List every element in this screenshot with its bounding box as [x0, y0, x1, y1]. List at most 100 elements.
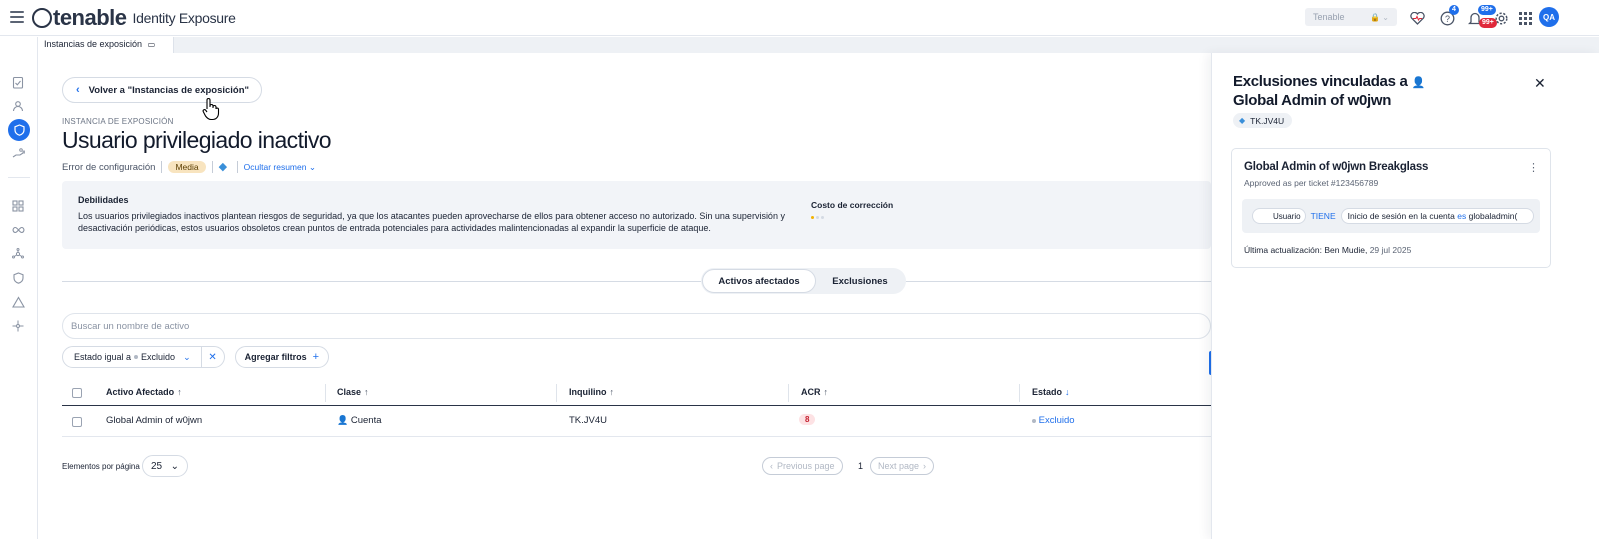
- acr-badge: 8: [799, 414, 816, 425]
- menu-icon[interactable]: [10, 11, 24, 23]
- tenant-chip-label: TK.JV4U: [1250, 115, 1285, 126]
- exclusions-panel: Exclusiones vinculadas a 👤 Global Admin …: [1211, 53, 1599, 539]
- clear-filter-icon[interactable]: ✕: [202, 352, 224, 363]
- cost-dot: [816, 216, 819, 219]
- panel-title: Exclusiones vinculadas a 👤 Global Admin …: [1233, 73, 1425, 109]
- segment-divider: [62, 281, 1211, 282]
- more-options-icon[interactable]: ⋮: [1528, 161, 1539, 174]
- divider: [211, 161, 213, 173]
- chevron-down-icon: ⌄: [183, 351, 191, 362]
- logo-mark: [32, 8, 52, 28]
- divider: [236, 161, 238, 173]
- azure-diamond-icon: ◆: [218, 161, 228, 173]
- rule-subject-chip: Usuario: [1252, 208, 1306, 224]
- row-checkbox[interactable]: [72, 417, 82, 427]
- table-row[interactable]: Global Admin of w0jwn 👤 Cuenta TK.JV4U 8…: [62, 406, 1211, 437]
- per-page-select[interactable]: 25 ⌄: [142, 455, 188, 477]
- cost-dot: [821, 216, 824, 219]
- filter-bar: Estado igual a Excluido ⌄ ✕ Agregar filt…: [62, 346, 330, 368]
- avatar[interactable]: QA: [1539, 7, 1559, 27]
- tab-affected-assets[interactable]: Activos afectados: [702, 269, 816, 293]
- previous-page-button[interactable]: ‹ Previous page: [762, 457, 843, 475]
- apps-grid-icon[interactable]: [1516, 9, 1534, 27]
- tenant-select[interactable]: Tenable 🔒 ⌄: [1305, 8, 1397, 26]
- window-icon: ▭: [147, 40, 156, 49]
- severity-badge: Media: [168, 161, 206, 173]
- shield-check-icon[interactable]: [10, 270, 26, 286]
- search-input[interactable]: Buscar un nombre de activo: [62, 313, 1211, 339]
- hand-pointer-cursor-icon: [202, 97, 220, 127]
- lock-chevron-icon: 🔒 ⌄: [1370, 12, 1389, 22]
- toggle-summary-link[interactable]: Ocultar resumen ⌄: [244, 162, 316, 173]
- assets-table: Activo Afectado ↑ Clase ↑ Inquilino ↑ ACR ↑ …: [62, 380, 1211, 437]
- status-filter-chip[interactable]: Estado igual a Excluido ⌄ ✕: [62, 346, 225, 368]
- column-header-acr[interactable]: ACR ↑: [801, 387, 828, 397]
- back-button[interactable]: ‹ Volver a "Instancias de exposición": [62, 77, 263, 103]
- exclusion-card[interactable]: Global Admin of w0jwn Breakglass Approve…: [1231, 148, 1551, 268]
- add-filters-label: Agregar filtros: [244, 352, 307, 362]
- nav-divider: [8, 177, 30, 178]
- page-title: Usuario privilegiado inactivo: [62, 127, 332, 153]
- tenant-select-value: Tenable: [1313, 12, 1345, 22]
- back-button-label: Volver a "Instancias de exposición": [88, 84, 250, 96]
- previous-page-label: Previous page: [777, 461, 835, 471]
- dashboard-grid-icon[interactable]: [10, 198, 26, 214]
- weaknesses-title: Debilidades: [78, 195, 129, 205]
- chevron-down-icon: ⌄: [170, 460, 179, 472]
- logo[interactable]: tenable Identity Exposure: [32, 6, 236, 30]
- plus-icon: +: [312, 351, 320, 363]
- column-divider: [556, 384, 557, 402]
- rule-keyword: TIENE: [1310, 211, 1336, 221]
- chevron-left-icon: ‹: [76, 84, 80, 96]
- hand-network-icon[interactable]: [10, 146, 26, 162]
- table-header: Activo Afectado ↑ Clase ↑ Inquilino ↑ ACR ↑ …: [62, 380, 1211, 406]
- column-header-asset[interactable]: Activo Afectado ↑: [106, 387, 182, 397]
- left-nav: [0, 37, 38, 539]
- cell-status[interactable]: Excluido: [1032, 415, 1075, 426]
- summary-box: Debilidades Los usuarios privilegiados i…: [62, 181, 1211, 249]
- column-header-class[interactable]: Clase ↑: [337, 387, 369, 397]
- chevron-right-icon: ›: [923, 461, 927, 471]
- clipboard-check-icon[interactable]: [10, 74, 26, 90]
- column-header-status[interactable]: Estado ↓: [1032, 387, 1070, 397]
- per-page-label: Elementos por página: [62, 462, 140, 471]
- column-divider: [788, 384, 789, 402]
- warning-triangle-icon[interactable]: [10, 294, 26, 310]
- category-label: Error de configuración: [62, 161, 156, 173]
- tab-label: Instancias de exposición: [44, 39, 143, 49]
- network-nodes-icon[interactable]: [10, 246, 26, 262]
- page-eyebrow: INSTANCIA DE EXPOSICIÓN: [62, 117, 174, 126]
- shield-icon[interactable]: [8, 119, 30, 141]
- column-header-tenant[interactable]: Inquilino ↑: [569, 387, 614, 397]
- remediation-cost-label: Costo de corrección: [811, 200, 894, 210]
- rule-condition-chip: Inicio de sesión en la cuenta es globala…: [1340, 208, 1534, 224]
- select-all-checkbox[interactable]: [72, 388, 82, 398]
- close-icon[interactable]: ✕: [1534, 75, 1546, 92]
- tab-exclusions[interactable]: Exclusiones: [816, 269, 904, 293]
- tab-exposure-instances[interactable]: Instancias de exposición ▭: [38, 37, 175, 53]
- last-updated: Última actualización: Ben Mudie, 29 jul …: [1244, 245, 1412, 255]
- heart-pulse-icon[interactable]: [1408, 9, 1426, 27]
- column-divider: [325, 384, 326, 402]
- user-icon[interactable]: [10, 98, 26, 114]
- column-divider: [1019, 384, 1020, 402]
- tab-strip: Instancias de exposición ▭: [38, 37, 1599, 53]
- filter-value: Excluido: [141, 352, 176, 362]
- divider: [161, 161, 163, 173]
- exclusion-subtitle: Approved as per ticket #123456789: [1244, 178, 1379, 188]
- svg-text:?: ?: [1444, 14, 1449, 24]
- remediation-cost-meter: [811, 216, 824, 219]
- meta-row: Error de configuración Media ◆ Ocultar r…: [62, 161, 316, 173]
- hub-icon[interactable]: [10, 318, 26, 334]
- cell-acr: 8: [799, 414, 816, 425]
- next-page-button[interactable]: Next page ›: [870, 457, 935, 475]
- add-filters-button[interactable]: Agregar filtros +: [234, 346, 330, 368]
- infinity-icon[interactable]: [10, 222, 26, 238]
- status-filter-dropdown[interactable]: Estado igual a Excluido ⌄: [63, 347, 202, 367]
- cell-asset: Global Admin of w0jwn: [106, 415, 203, 426]
- exclusion-title: Global Admin of w0jwn Breakglass: [1244, 161, 1429, 173]
- account-icon: 👤: [337, 415, 349, 425]
- gear-icon[interactable]: [1492, 9, 1510, 27]
- chevron-left-icon: ‹: [770, 461, 773, 471]
- current-page[interactable]: 1: [858, 461, 863, 471]
